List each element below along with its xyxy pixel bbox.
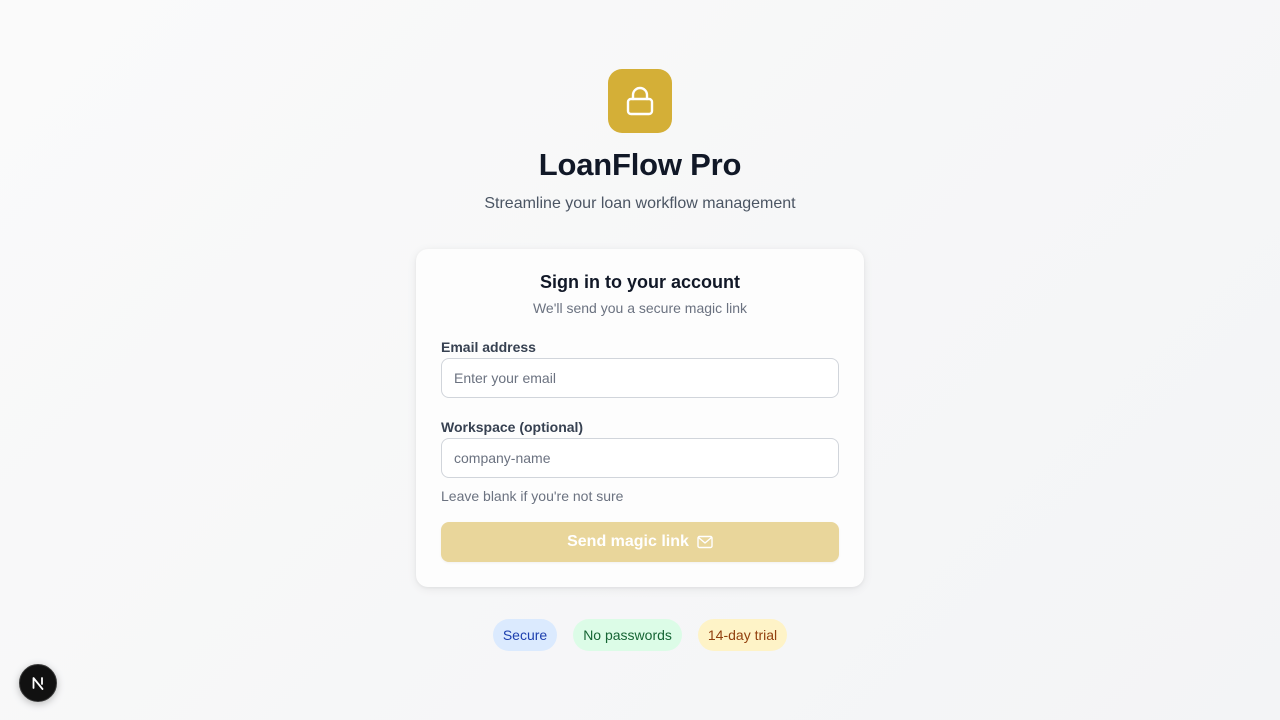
send-magic-link-button[interactable]: Send magic link — [441, 522, 839, 562]
send-magic-link-label: Send magic link — [567, 533, 689, 550]
badge-secure: Secure — [492, 619, 558, 651]
email-input[interactable] — [441, 358, 839, 398]
card-title: Sign in to your account — [539, 272, 740, 292]
sign-in-card: Sign in to your account We'll send you a… — [416, 249, 864, 587]
nextjs-logo-icon — [32, 677, 44, 690]
app-title: LoanFlow Pro — [538, 147, 742, 182]
login-page: LoanFlow Pro Streamline your loan workfl… — [0, 0, 1280, 720]
workspace-label: Workspace (optional) — [441, 419, 584, 435]
workspace-input[interactable] — [441, 438, 839, 478]
email-label: Email address — [441, 339, 536, 355]
card-subtitle: We'll send you a secure magic link — [532, 300, 748, 316]
nextjs-devtools-button[interactable] — [19, 664, 57, 702]
workspace-help-text: Leave blank if you're not sure — [441, 488, 624, 504]
lock-icon — [626, 86, 654, 116]
badge-no-passwords: No passwords — [573, 619, 682, 651]
feature-badges: Secure No passwords 14-day trial — [0, 619, 1280, 651]
app-subtitle: Streamline your loan workflow management — [484, 195, 796, 212]
badge-trial: 14-day trial — [697, 619, 788, 651]
mail-icon — [697, 535, 713, 549]
app-logo — [608, 69, 672, 133]
